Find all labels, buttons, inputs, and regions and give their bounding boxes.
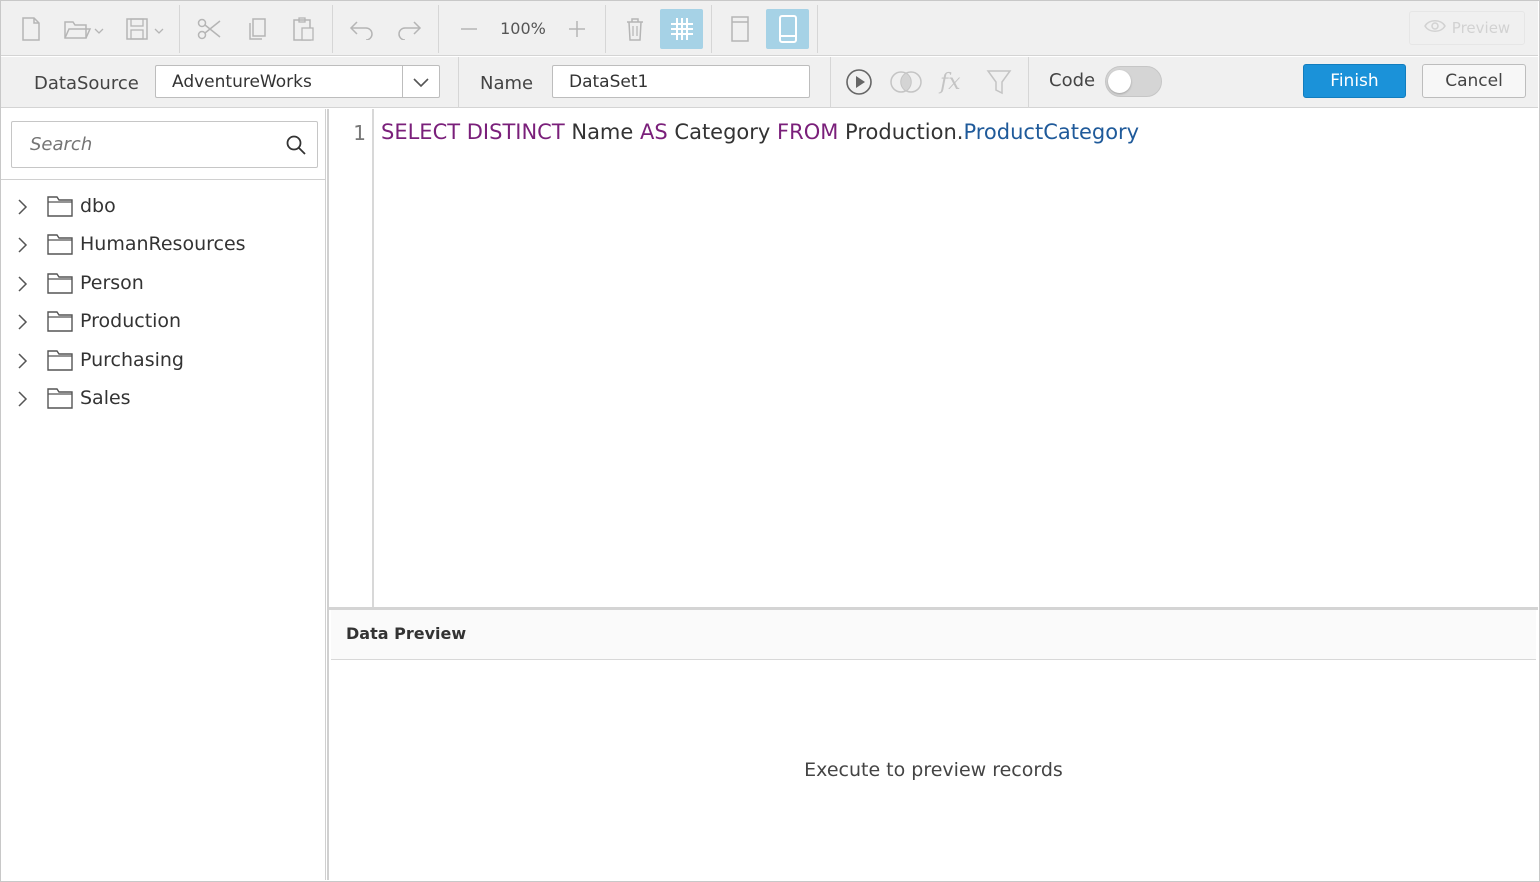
toolbar-divider [605, 5, 606, 53]
run-icon[interactable] [843, 65, 875, 99]
datasource-label: DataSource [34, 73, 139, 94]
query-bar: DataSource AdventureWorks Name fx Code F… [1, 57, 1538, 108]
bar-divider [458, 57, 459, 108]
preview-label: Preview [1451, 19, 1511, 37]
join-icon[interactable] [887, 65, 925, 99]
keyword-from: FROM [777, 120, 839, 144]
bar-divider [1028, 57, 1029, 108]
tree-item-person[interactable]: Person [1, 267, 321, 301]
new-file-icon[interactable] [15, 9, 47, 49]
copy-icon[interactable] [241, 9, 273, 49]
chevron-right-icon[interactable] [15, 314, 29, 334]
dataset-name-input[interactable] [552, 65, 810, 98]
datasource-value: AdventureWorks [172, 72, 312, 92]
undo-icon[interactable] [346, 9, 378, 49]
code-toggle[interactable] [1105, 66, 1162, 97]
toolbar-divider [438, 5, 439, 53]
keyword-select: SELECT [381, 120, 461, 144]
search-box [11, 121, 318, 168]
chevron-right-icon[interactable] [15, 276, 29, 296]
finish-button[interactable]: Finish [1303, 64, 1406, 98]
function-icon[interactable]: fx [937, 65, 969, 99]
main-toolbar: 100% Preview [1, 1, 1538, 56]
tree-item-sales[interactable]: Sales [1, 382, 321, 416]
tree-item-label: Production [80, 310, 182, 332]
tree-item-purchasing[interactable]: Purchasing [1, 344, 321, 378]
folder-icon [46, 194, 74, 222]
zoom-level: 100% [500, 19, 546, 38]
chevron-right-icon[interactable] [15, 199, 29, 219]
folder-icon [46, 386, 74, 414]
grid-icon[interactable] [660, 9, 703, 49]
preview-empty-message: Execute to preview records [804, 759, 1063, 781]
delete-icon[interactable] [619, 9, 651, 49]
chevron-right-icon[interactable] [15, 353, 29, 373]
eye-icon [1423, 19, 1446, 37]
identifier-category: Category [674, 120, 771, 144]
toggle-knob [1108, 70, 1131, 93]
sql-editor[interactable]: 1 SELECT DISTINCT Name AS Category FROM … [329, 109, 1538, 608]
data-preview-body: Execute to preview records [331, 661, 1536, 880]
cancel-button[interactable]: Cancel [1422, 64, 1526, 98]
line-number: 1 [353, 121, 366, 145]
svg-text:fx: fx [938, 70, 961, 95]
tree-item-label: dbo [80, 195, 116, 217]
tree-item-label: Sales [80, 387, 131, 409]
chevron-right-icon[interactable] [15, 237, 29, 257]
search-input[interactable] [13, 123, 275, 166]
identifier-name: Name [571, 120, 634, 144]
search-icon[interactable] [285, 134, 307, 160]
page-layout-icon[interactable] [724, 9, 756, 49]
zoom-out-icon[interactable] [453, 9, 485, 49]
folder-icon [46, 309, 74, 337]
chevron-right-icon[interactable] [15, 391, 29, 411]
tree-item-label: HumanResources [80, 233, 246, 255]
toolbar-divider [817, 5, 818, 53]
panel-divider [1, 179, 326, 180]
zoom-in-icon[interactable] [561, 9, 593, 49]
preview-button[interactable]: Preview [1409, 11, 1525, 45]
tree-item-humanresources[interactable]: HumanResources [1, 228, 321, 262]
tree-item-production[interactable]: Production [1, 305, 321, 339]
folder-icon [46, 232, 74, 260]
folder-icon [46, 348, 74, 376]
tree-item-dbo[interactable]: dbo [1, 190, 321, 224]
save-icon[interactable] [121, 9, 169, 49]
schema-name: Production. [845, 120, 964, 144]
toolbar-divider [711, 5, 712, 53]
toolbar-divider [332, 5, 333, 53]
paste-icon[interactable] [287, 9, 319, 49]
tablet-layout-icon[interactable] [766, 9, 809, 49]
schema-panel: dbo HumanResources Person Production Pur… [1, 109, 326, 880]
sql-query-line[interactable]: SELECT DISTINCT Name AS Category FROM Pr… [381, 120, 1139, 144]
code-label: Code [1049, 70, 1096, 91]
keyword-distinct: DISTINCT [466, 120, 565, 144]
filter-icon[interactable] [983, 65, 1015, 99]
data-preview-title: Data Preview [346, 624, 467, 643]
tree-item-label: Purchasing [80, 349, 184, 371]
datasource-dropdown[interactable]: AdventureWorks [155, 65, 440, 98]
line-gutter: 1 [329, 109, 374, 608]
toolbar-divider [179, 5, 180, 53]
name-label: Name [480, 73, 534, 94]
chevron-down-icon[interactable] [402, 66, 439, 97]
table-name: ProductCategory [963, 120, 1140, 144]
data-preview-header: Data Preview [331, 610, 1536, 660]
tree-item-label: Person [80, 272, 144, 294]
keyword-as: AS [640, 120, 668, 144]
folder-icon [46, 271, 74, 299]
bar-divider [830, 57, 831, 108]
open-folder-icon[interactable] [59, 9, 107, 49]
redo-icon[interactable] [393, 9, 425, 49]
cut-icon[interactable] [193, 9, 225, 49]
